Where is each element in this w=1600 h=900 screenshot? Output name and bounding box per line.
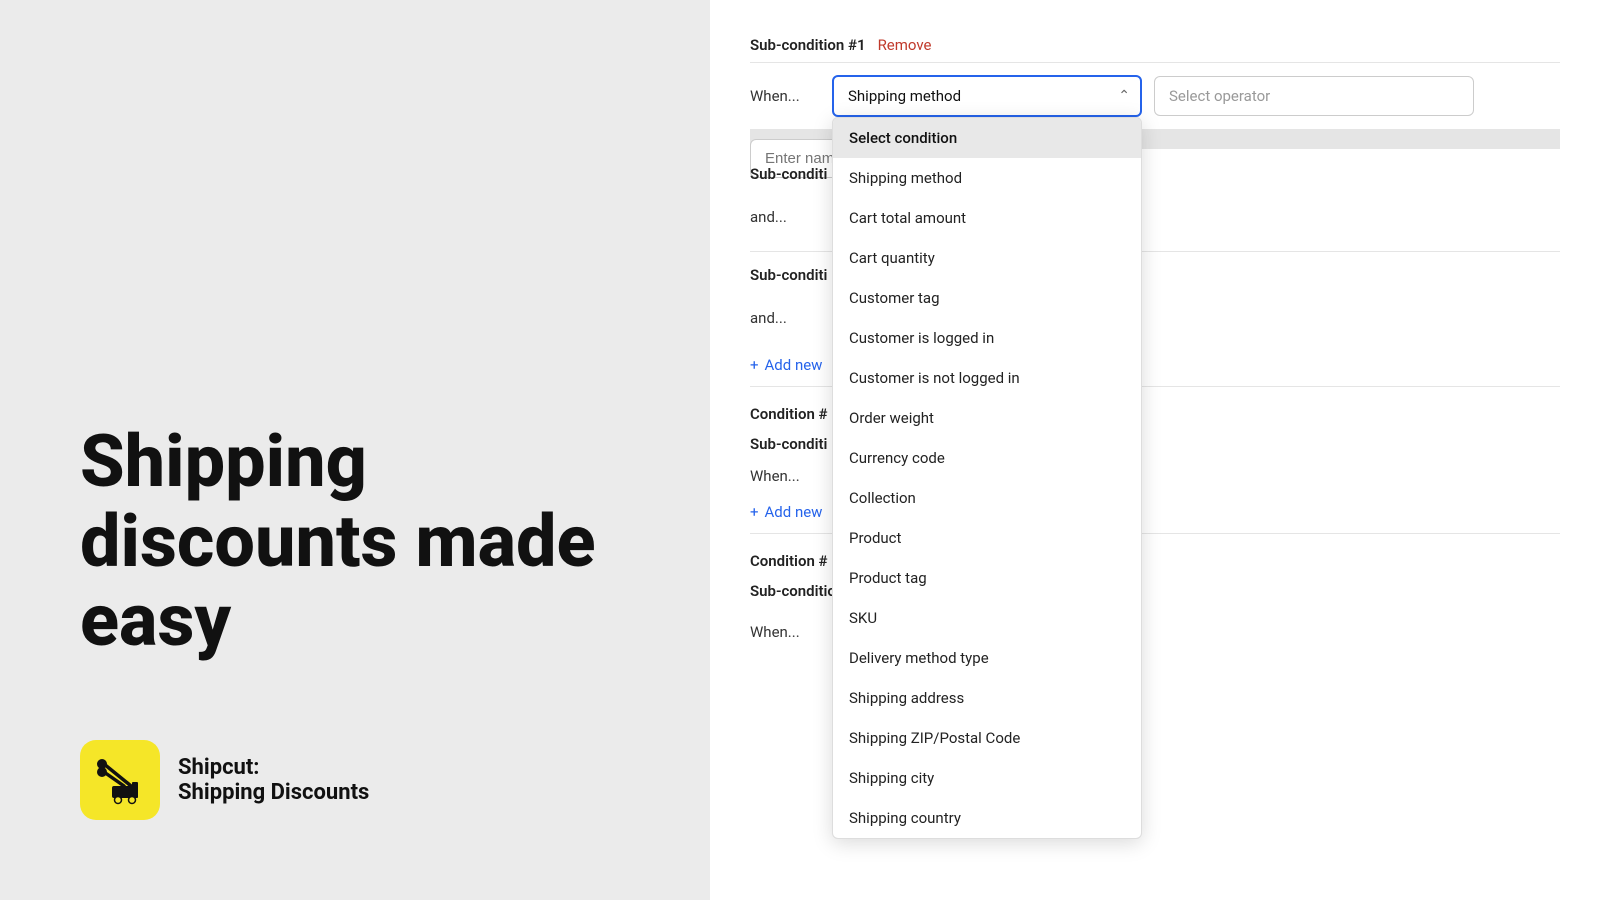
- dropdown-item[interactable]: Shipping city: [833, 758, 1141, 798]
- brand-logo-icon: [94, 754, 146, 806]
- dropdown-item[interactable]: Collection: [833, 478, 1141, 518]
- condition-select[interactable]: Shipping method: [832, 75, 1142, 117]
- sub-condition-1-header: Sub-condition #1 Remove: [750, 20, 1560, 63]
- and-label-2: and...: [750, 309, 820, 327]
- select-operator-input[interactable]: Select operator: [1154, 76, 1474, 116]
- when-label-bottom: When...: [750, 623, 820, 641]
- hero-title: Shipping discounts made easy: [80, 422, 650, 660]
- dropdown-item[interactable]: Currency code: [833, 438, 1141, 478]
- dropdown-item[interactable]: Product: [833, 518, 1141, 558]
- add-new-label-2: Add new: [765, 503, 823, 521]
- dropdown-item[interactable]: Select condition: [833, 118, 1141, 158]
- left-panel: Shipping discounts made easy Shipcut: Sh…: [0, 0, 710, 900]
- and-label-1: and...: [750, 208, 820, 226]
- right-panel: Sub-condition #1 Remove When... Shipping…: [710, 0, 1600, 900]
- brand-sub: Shipping Discounts: [178, 780, 369, 805]
- dropdown-item[interactable]: Customer is not logged in: [833, 358, 1141, 398]
- dropdown-item[interactable]: Shipping ZIP/Postal Code: [833, 718, 1141, 758]
- brand-text: Shipcut: Shipping Discounts: [178, 755, 369, 805]
- dropdown-item[interactable]: Cart total amount: [833, 198, 1141, 238]
- plus-icon-2: +: [750, 503, 759, 521]
- condition-select-wrapper: Shipping method ⌃ Select conditionShippi…: [832, 75, 1142, 117]
- dropdown-item[interactable]: Shipping method: [833, 158, 1141, 198]
- when-label-2: When...: [750, 467, 820, 485]
- dropdown-item[interactable]: Delivery method type: [833, 638, 1141, 678]
- sub-condition-1-label: Sub-condition #1: [750, 36, 866, 54]
- plus-icon: +: [750, 356, 759, 374]
- when-label-1: When...: [750, 87, 820, 105]
- add-new-label-1: Add new: [765, 356, 823, 374]
- dropdown-item[interactable]: Customer is logged in: [833, 318, 1141, 358]
- when-row-1: When... Shipping method ⌃ Select conditi…: [750, 67, 1560, 125]
- dropdown-item[interactable]: SKU: [833, 598, 1141, 638]
- condition-dropdown-menu: Select conditionShipping methodCart tota…: [832, 117, 1142, 839]
- dropdown-item[interactable]: Shipping address: [833, 678, 1141, 718]
- dropdown-item[interactable]: Customer tag: [833, 278, 1141, 318]
- dropdown-item[interactable]: Product tag: [833, 558, 1141, 598]
- brand-name: Shipcut:: [178, 755, 369, 780]
- remove-link[interactable]: Remove: [878, 36, 932, 54]
- brand-logo: [80, 740, 160, 820]
- brand-section: Shipcut: Shipping Discounts: [80, 740, 650, 820]
- dropdown-item[interactable]: Shipping country: [833, 798, 1141, 838]
- dropdown-item[interactable]: Order weight: [833, 398, 1141, 438]
- dropdown-item[interactable]: Cart quantity: [833, 238, 1141, 278]
